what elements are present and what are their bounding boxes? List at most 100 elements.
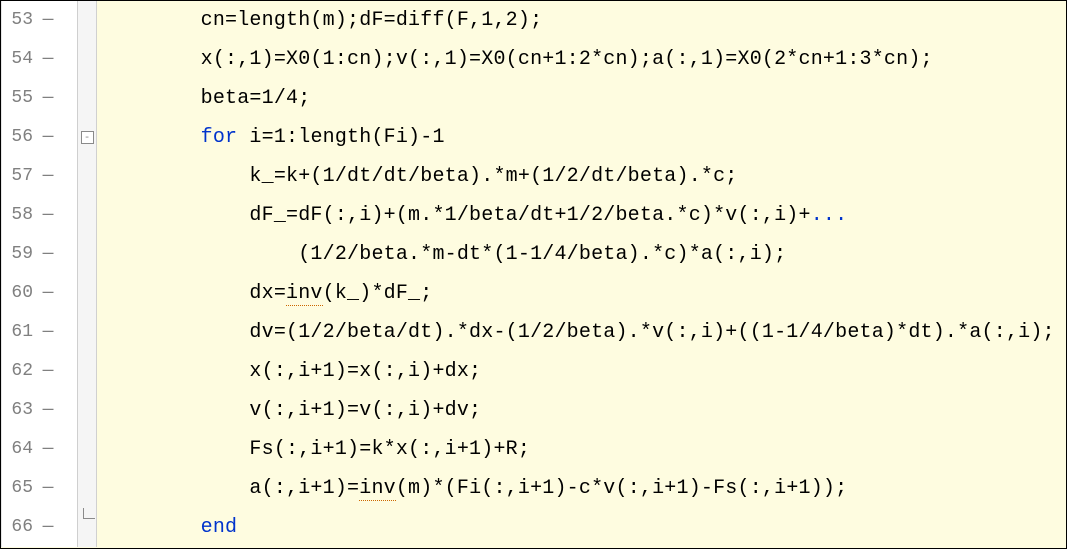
code-line[interactable]: 58— dF_=dF(:,i)+(m.*1/beta/dt+1/2/beta.*…: [1, 196, 1066, 235]
fold-gutter: [78, 40, 97, 79]
code-text[interactable]: for i=1:length(Fi)-1: [97, 118, 1066, 157]
breakpoint-gutter[interactable]: [59, 1, 78, 40]
fold-gutter: [78, 274, 97, 313]
code-line[interactable]: 61— dv=(1/2/beta/dt).*dx-(1/2/beta).*v(:…: [1, 313, 1066, 352]
code-text[interactable]: k_=k+(1/dt/dt/beta).*m+(1/2/dt/beta).*c;: [97, 157, 1066, 196]
code-line[interactable]: 55— beta=1/4;: [1, 79, 1066, 118]
line-number: 61: [1, 313, 37, 352]
code-token: [103, 126, 201, 149]
line-dash-marker: —: [37, 313, 59, 352]
line-dash-marker: —: [37, 40, 59, 79]
line-number: 55: [1, 79, 37, 118]
code-token: k_=k+(1/dt/dt/beta).*m+(1/2/dt/beta).*c;: [103, 165, 738, 188]
continuation-token: ...: [811, 204, 848, 227]
line-dash-marker: —: [37, 391, 59, 430]
fold-gutter: [78, 1, 97, 40]
code-token: Fs(:,i+1)=k*x(:,i+1)+R;: [103, 438, 530, 461]
code-token: i=1:length(Fi)-1: [237, 126, 444, 149]
breakpoint-gutter[interactable]: [59, 469, 78, 508]
fold-collapse-icon[interactable]: -: [81, 131, 94, 144]
code-line[interactable]: 54— x(:,1)=X0(1:cn);v(:,1)=X0(cn+1:2*cn)…: [1, 40, 1066, 79]
keyword-token: for: [201, 126, 238, 149]
code-token: v(:,i+1)=v(:,i)+dv;: [103, 399, 481, 422]
fold-gutter: [78, 469, 97, 508]
line-dash-marker: —: [37, 430, 59, 469]
code-line[interactable]: 56—- for i=1:length(Fi)-1: [1, 118, 1066, 157]
code-token: dx=: [103, 282, 286, 305]
code-line[interactable]: 63— v(:,i+1)=v(:,i)+dv;: [1, 391, 1066, 430]
code-token: cn=length(m);dF=diff(F,1,2);: [103, 9, 542, 32]
breakpoint-gutter[interactable]: [59, 430, 78, 469]
breakpoint-gutter[interactable]: [59, 274, 78, 313]
code-text[interactable]: (1/2/beta.*m-dt*(1-1/4/beta).*c)*a(:,i);: [97, 235, 1066, 274]
code-editor[interactable]: 53— cn=length(m);dF=diff(F,1,2);54— x(:,…: [0, 0, 1067, 549]
breakpoint-gutter[interactable]: [59, 196, 78, 235]
breakpoint-gutter[interactable]: [59, 508, 78, 547]
line-dash-marker: —: [37, 274, 59, 313]
code-text[interactable]: x(:,1)=X0(1:cn);v(:,1)=X0(cn+1:2*cn);a(:…: [97, 40, 1066, 79]
breakpoint-gutter[interactable]: [59, 352, 78, 391]
fold-endline-icon: [83, 508, 95, 519]
fold-gutter: [78, 196, 97, 235]
fold-gutter[interactable]: -: [78, 118, 97, 157]
line-dash-marker: —: [37, 196, 59, 235]
fold-gutter: [78, 430, 97, 469]
fold-gutter: [78, 235, 97, 274]
line-dash-marker: —: [37, 157, 59, 196]
breakpoint-gutter[interactable]: [59, 235, 78, 274]
code-token: [103, 516, 201, 539]
code-text[interactable]: a(:,i+1)=inv(m)*(Fi(:,i+1)-c*v(:,i+1)-Fs…: [97, 469, 1066, 508]
code-line[interactable]: 62— x(:,i+1)=x(:,i)+dx;: [1, 352, 1066, 391]
line-number: 57: [1, 157, 37, 196]
code-text[interactable]: dv=(1/2/beta/dt).*dx-(1/2/beta).*v(:,i)+…: [97, 313, 1066, 352]
code-token: x(:,1)=X0(1:cn);v(:,1)=X0(cn+1:2*cn);a(:…: [103, 48, 933, 71]
code-token: (1/2/beta.*m-dt*(1-1/4/beta).*c)*a(:,i);: [103, 243, 786, 266]
code-text[interactable]: cn=length(m);dF=diff(F,1,2);: [97, 1, 1066, 40]
line-dash-marker: —: [37, 508, 59, 547]
fold-gutter: [78, 157, 97, 196]
fold-gutter: [78, 352, 97, 391]
code-line[interactable]: 53— cn=length(m);dF=diff(F,1,2);: [1, 1, 1066, 40]
code-line[interactable]: 59— (1/2/beta.*m-dt*(1-1/4/beta).*c)*a(:…: [1, 235, 1066, 274]
code-token: x(:,i+1)=x(:,i)+dx;: [103, 360, 481, 383]
breakpoint-gutter[interactable]: [59, 157, 78, 196]
line-number: 63: [1, 391, 37, 430]
line-dash-marker: —: [37, 1, 59, 40]
fold-gutter[interactable]: [78, 508, 97, 547]
line-number: 65: [1, 469, 37, 508]
code-text[interactable]: v(:,i+1)=v(:,i)+dv;: [97, 391, 1066, 430]
code-line[interactable]: 60— dx=inv(k_)*dF_;: [1, 274, 1066, 313]
code-token: dv=(1/2/beta/dt).*dx-(1/2/beta).*v(:,i)+…: [103, 321, 1055, 344]
code-line[interactable]: 64— Fs(:,i+1)=k*x(:,i+1)+R;: [1, 430, 1066, 469]
line-number: 56: [1, 118, 37, 157]
keyword-token: end: [201, 516, 238, 539]
line-number: 54: [1, 40, 37, 79]
code-text[interactable]: dF_=dF(:,i)+(m.*1/beta/dt+1/2/beta.*c)*v…: [97, 196, 1066, 235]
code-token: a(:,i+1)=: [103, 477, 359, 500]
code-line[interactable]: 65— a(:,i+1)=inv(m)*(Fi(:,i+1)-c*v(:,i+1…: [1, 469, 1066, 508]
code-line[interactable]: 66— end: [1, 508, 1066, 547]
line-number: 62: [1, 352, 37, 391]
breakpoint-gutter[interactable]: [59, 313, 78, 352]
warning-token: inv: [286, 282, 323, 306]
fold-gutter: [78, 391, 97, 430]
code-token: (m)*(Fi(:,i+1)-c*v(:,i+1)-Fs(:,i+1));: [396, 477, 847, 500]
line-number: 66: [1, 508, 37, 547]
code-text[interactable]: Fs(:,i+1)=k*x(:,i+1)+R;: [97, 430, 1066, 469]
line-dash-marker: —: [37, 469, 59, 508]
breakpoint-gutter[interactable]: [59, 79, 78, 118]
warning-token: inv: [359, 477, 396, 501]
fold-gutter: [78, 79, 97, 118]
breakpoint-gutter[interactable]: [59, 40, 78, 79]
line-dash-marker: —: [37, 79, 59, 118]
breakpoint-gutter[interactable]: [59, 118, 78, 157]
code-text[interactable]: end: [97, 508, 1066, 547]
code-token: (k_)*dF_;: [323, 282, 433, 305]
code-text[interactable]: x(:,i+1)=x(:,i)+dx;: [97, 352, 1066, 391]
breakpoint-gutter[interactable]: [59, 391, 78, 430]
code-text[interactable]: dx=inv(k_)*dF_;: [97, 274, 1066, 313]
code-line[interactable]: 57— k_=k+(1/dt/dt/beta).*m+(1/2/dt/beta)…: [1, 157, 1066, 196]
code-text[interactable]: beta=1/4;: [97, 79, 1066, 118]
line-number: 64: [1, 430, 37, 469]
line-number: 59: [1, 235, 37, 274]
